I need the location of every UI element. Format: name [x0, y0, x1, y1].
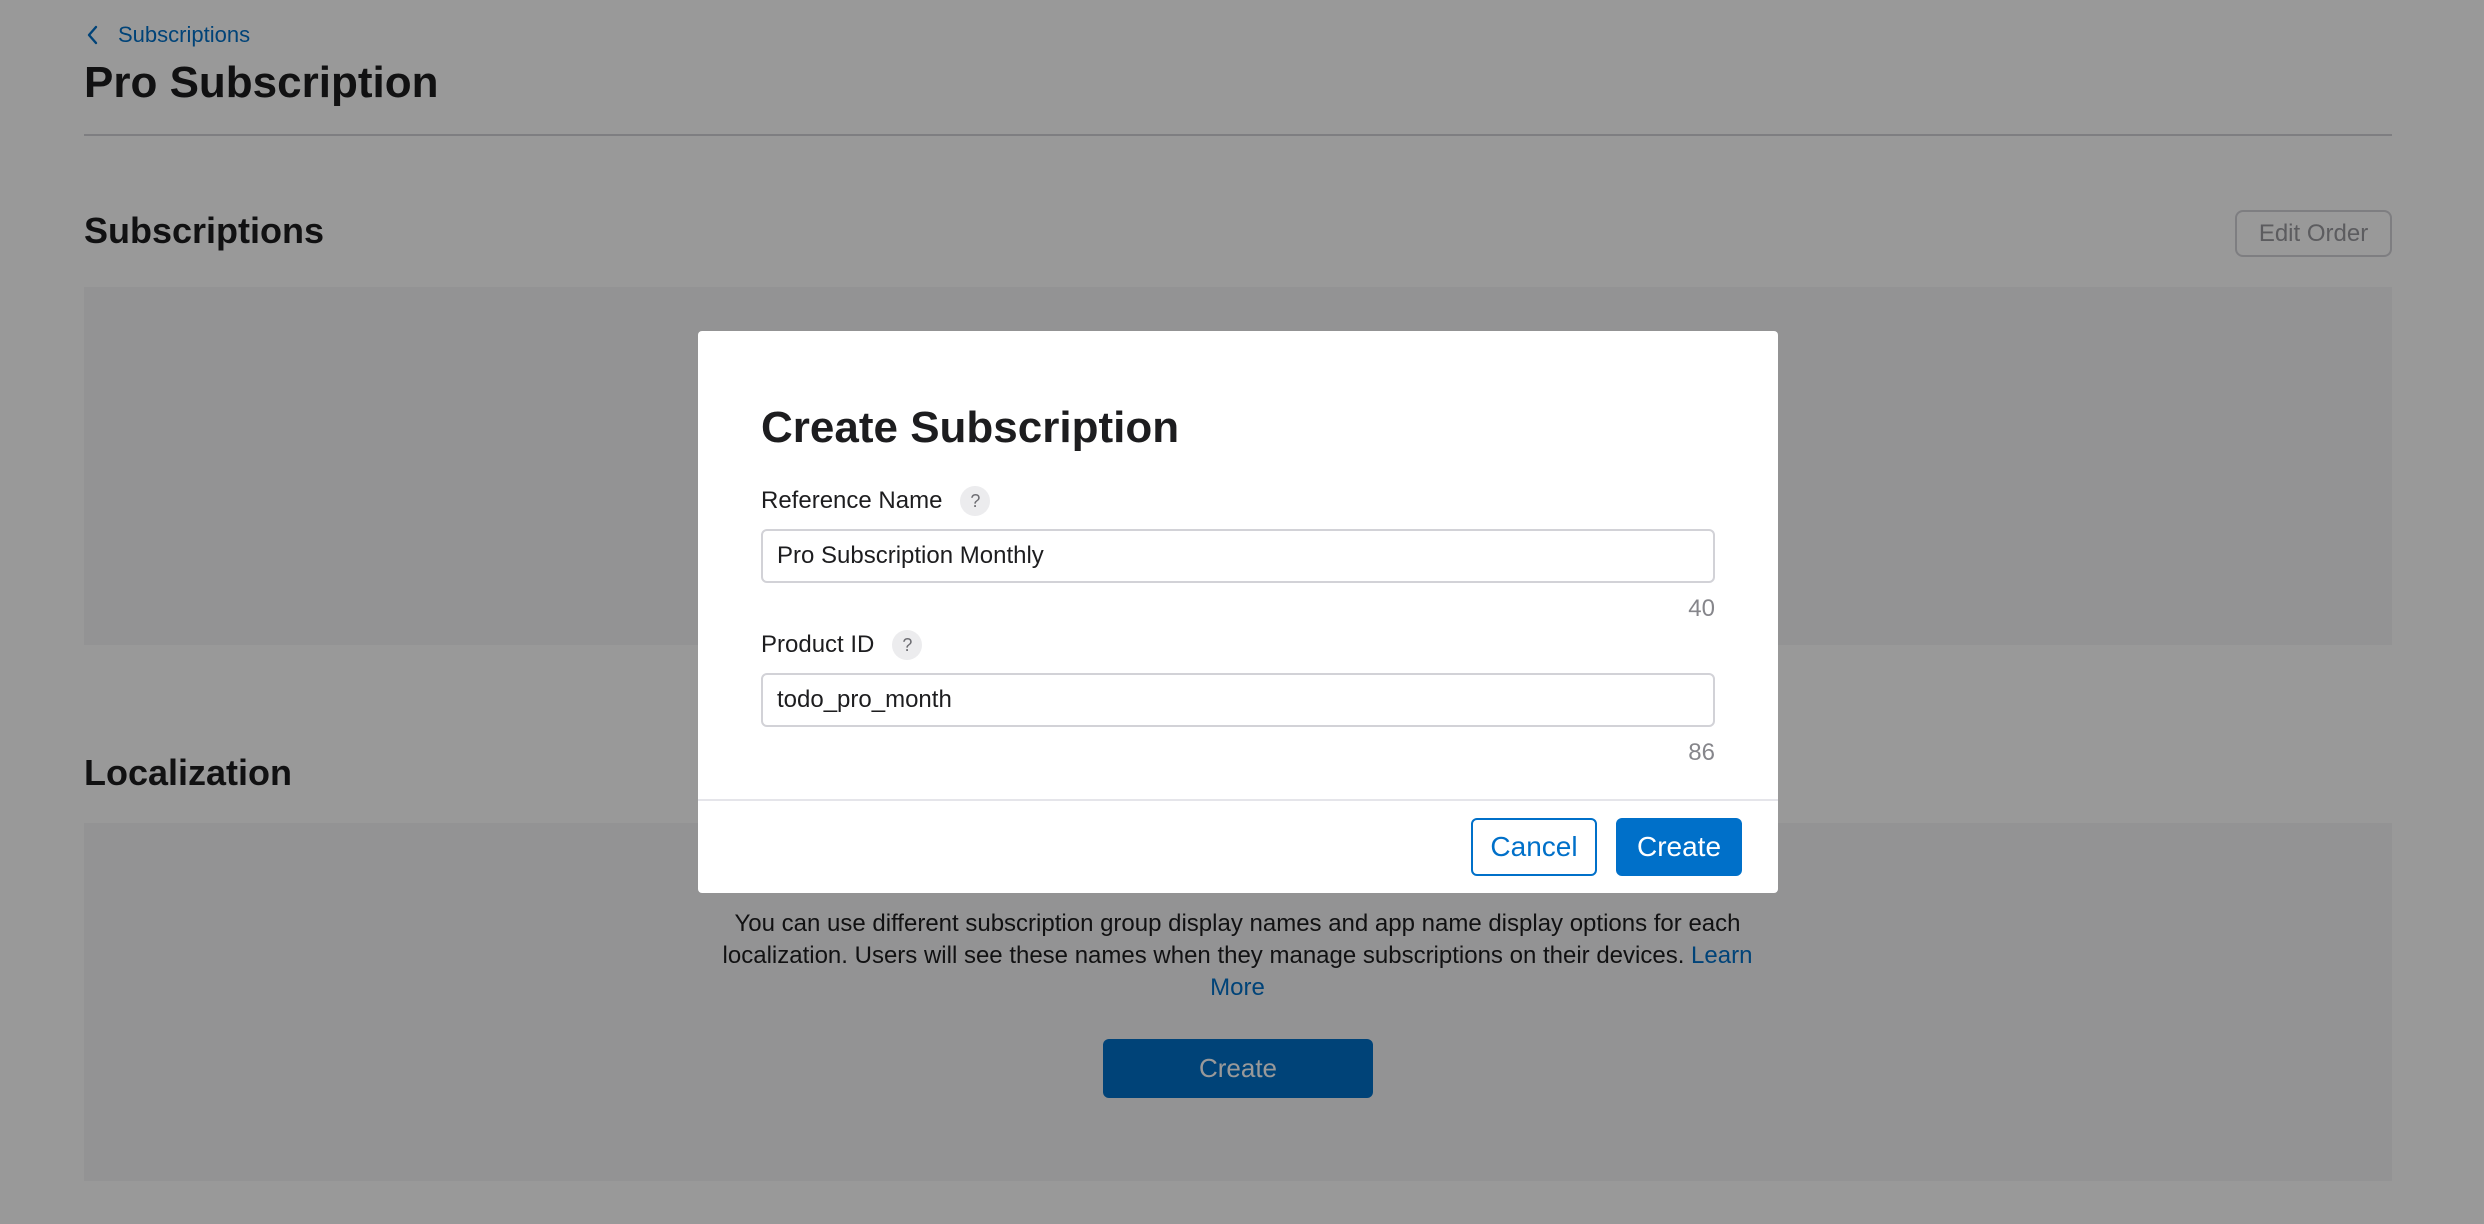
create-subscription-dialog: Create Subscription Reference Name ? 40 … — [698, 331, 1778, 893]
dialog-footer-divider — [698, 799, 1778, 801]
reference-name-char-counter: 40 — [1688, 595, 1715, 622]
product-id-label-row: Product ID ? — [761, 630, 923, 660]
create-button[interactable]: Create — [1616, 818, 1742, 876]
page: Subscriptions Pro Subscription Subscript… — [0, 0, 2484, 1224]
product-id-input[interactable] — [761, 673, 1715, 727]
reference-name-label-row: Reference Name ? — [761, 486, 991, 516]
cancel-button[interactable]: Cancel — [1471, 818, 1597, 876]
product-id-label: Product ID — [761, 631, 875, 658]
product-id-char-counter: 86 — [1688, 739, 1715, 766]
reference-name-input[interactable] — [761, 529, 1715, 583]
reference-name-label: Reference Name — [761, 487, 943, 514]
help-icon[interactable]: ? — [892, 630, 923, 660]
dialog-title: Create Subscription — [761, 403, 1180, 452]
help-icon[interactable]: ? — [960, 486, 991, 516]
